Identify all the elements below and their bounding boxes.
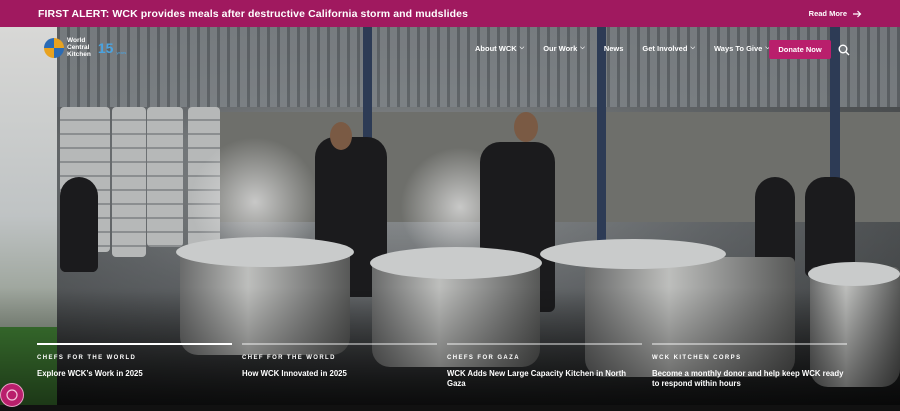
chat-icon (6, 389, 18, 401)
pot-rim (808, 262, 900, 286)
alert-banner: FIRST ALERT: WCK provides meals after de… (0, 0, 900, 27)
pot-stack (147, 107, 183, 247)
read-more-link[interactable]: Read More (809, 9, 862, 18)
nav-label: News (603, 44, 624, 53)
shed-roof (57, 27, 900, 107)
anniversary-badge: 15 (97, 39, 114, 56)
nav-label: About WCK (475, 44, 517, 53)
logo-wordmark: World Central Kitchen (67, 37, 91, 58)
search-icon[interactable] (838, 44, 850, 56)
main-nav: About WCK ⌵ Our Work ⌵ News Get Involved… (475, 44, 770, 53)
donate-button[interactable]: Donate Now (769, 40, 831, 59)
anniversary-badge-sub: years (116, 50, 127, 55)
alert-text: FIRST ALERT: WCK provides meals after de… (38, 7, 469, 20)
slide-category: WCK KITCHEN CORPS (652, 355, 742, 361)
slide-tab[interactable]: CHEFS FOR THE WORLD Explore WCK’s Work i… (37, 343, 242, 389)
slide-tab[interactable]: CHEF FOR THE WORLD How WCK Innovated in … (242, 343, 447, 389)
slide-title: WCK Adds New Large Capacity Kitchen in N… (447, 369, 627, 388)
worker-head (330, 122, 352, 150)
shed-beam (597, 27, 606, 257)
pot-stack (112, 107, 146, 257)
pot-rim (370, 247, 542, 279)
slide-tab[interactable]: CHEFS FOR GAZA WCK Adds New Large Capaci… (447, 343, 652, 389)
slide-title: Become a monthly donor and help keep WCK… (652, 369, 844, 388)
chevron-down-icon: ⌵ (690, 45, 695, 51)
slide-tab[interactable]: WCK KITCHEN CORPS Become a monthly donor… (652, 343, 857, 389)
nav-label: Ways To Give (714, 44, 763, 53)
logo-line: Central (67, 44, 90, 51)
logo-line: World (67, 37, 86, 44)
nav-item-news[interactable]: News (604, 44, 624, 53)
pot-rim (176, 237, 354, 267)
nav-item-ways-to-give[interactable]: Ways To Give ⌵ (714, 44, 770, 53)
slide-progress-bar (652, 343, 847, 345)
wck-logo[interactable]: World Central Kitchen 15 years (44, 37, 126, 58)
read-more-label: Read More (808, 9, 847, 18)
nav-label: Our Work (543, 44, 578, 53)
slide-progress-bar (447, 343, 642, 345)
worker-head (514, 112, 538, 142)
pot-lid (540, 239, 726, 269)
nav-item-our-work[interactable]: Our Work ⌵ (543, 44, 585, 53)
slide-category: CHEFS FOR GAZA (447, 355, 520, 361)
nav-label: Get Involved (642, 44, 688, 53)
slide-title: Explore WCK’s Work in 2025 (37, 369, 143, 378)
logo-line: Kitchen (67, 51, 91, 58)
chevron-down-icon: ⌵ (580, 45, 585, 51)
slide-category: CHEF FOR THE WORLD (242, 355, 336, 361)
arrow-right-icon (853, 10, 862, 17)
nav-item-get-involved[interactable]: Get Involved ⌵ (642, 44, 695, 53)
chevron-down-icon: ⌵ (519, 45, 525, 51)
slide-progress-bar (242, 343, 437, 345)
slide-navigation: CHEFS FOR THE WORLD Explore WCK’s Work i… (37, 343, 857, 389)
worker (755, 177, 795, 267)
slide-progress-bar (37, 343, 232, 345)
worker (60, 177, 98, 272)
globe-logo-icon (44, 37, 64, 58)
slide-category: CHEFS FOR THE WORLD (37, 355, 137, 361)
chat-widget-button[interactable] (0, 383, 24, 407)
nav-item-about[interactable]: About WCK ⌵ (475, 44, 524, 53)
slide-title: How WCK Innovated in 2025 (242, 369, 347, 378)
